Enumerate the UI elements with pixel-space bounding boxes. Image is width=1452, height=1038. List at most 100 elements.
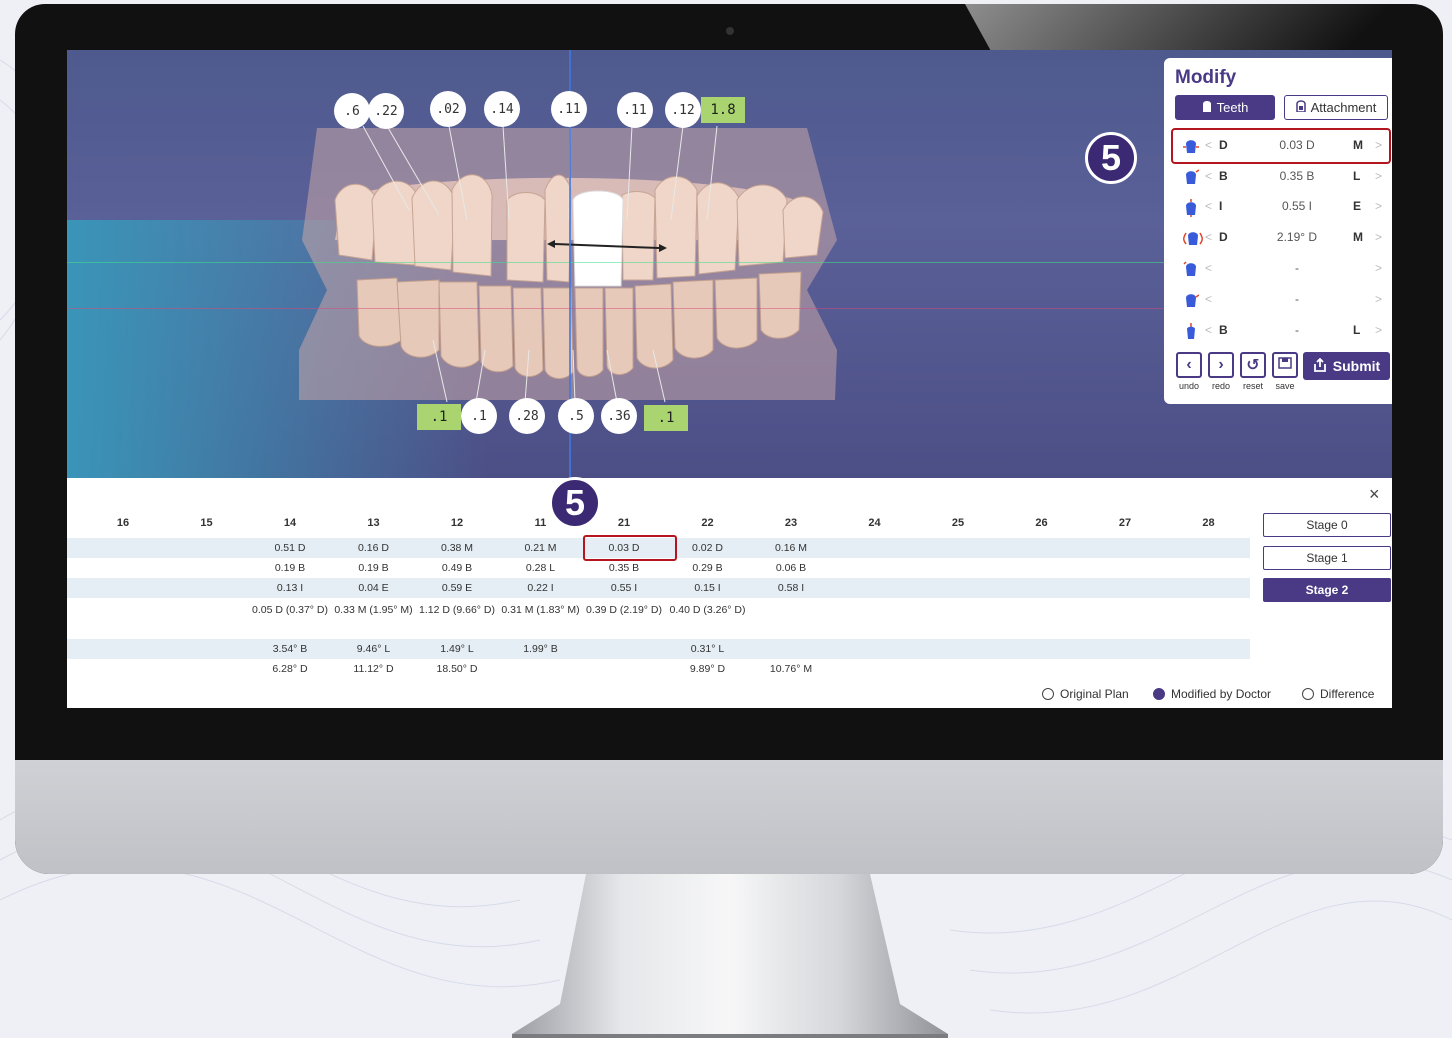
table-cell[interactable]: 0.15 I (667, 580, 749, 596)
3d-viewport[interactable]: .6 .22 .02 .14 .11 .11 .12 1.8 .1 .1 .28… (67, 50, 1392, 478)
tooth-inclination-icon (1183, 292, 1200, 308)
increase-button[interactable]: > (1375, 323, 1382, 337)
table-cell[interactable]: 0.19 B (333, 560, 415, 576)
decrease-button[interactable]: < (1205, 199, 1212, 213)
table-cell[interactable]: 11.12° D (333, 661, 415, 677)
upper-movement-tag[interactable]: 1.8 (701, 97, 745, 123)
increase-button[interactable]: > (1375, 292, 1382, 306)
stage-1-button[interactable]: Stage 1 (1263, 546, 1391, 570)
radio-original-plan[interactable]: Original Plan (1042, 687, 1129, 701)
table-cell[interactable]: 0.51 D (249, 540, 331, 556)
undo-button[interactable]: ‹ (1176, 352, 1202, 378)
table-cell[interactable]: 18.50° D (416, 661, 498, 677)
lower-movement-tag[interactable]: .1 (644, 405, 688, 431)
table-cell[interactable]: 0.16 M (750, 540, 832, 556)
lower-movement-label[interactable]: .28 (509, 398, 545, 434)
decrease-button[interactable]: < (1205, 323, 1212, 337)
table-cell[interactable]: 0.29 B (667, 560, 749, 576)
movement-value: - (1295, 261, 1299, 275)
upper-movement-label[interactable]: .11 (551, 91, 587, 127)
lower-movement-label[interactable]: .1 (461, 398, 497, 434)
table-cell[interactable]: 0.19 B (249, 560, 331, 576)
chevron-left-icon: ‹ (1186, 356, 1192, 373)
tooth-column-header[interactable]: 11 (501, 517, 581, 529)
table-cell[interactable]: 10.76° M (750, 661, 832, 677)
table-cell[interactable]: 0.33 M (1.95° M) (333, 602, 415, 618)
upper-movement-label[interactable]: .02 (430, 91, 466, 127)
table-cell[interactable]: 1.99° B (500, 641, 582, 657)
tab-teeth[interactable]: Teeth (1175, 95, 1275, 120)
upper-movement-label[interactable]: .11 (617, 92, 653, 128)
tooth-column-header[interactable]: 24 (835, 517, 915, 529)
table-cell[interactable]: 1.12 D (9.66° D) (416, 602, 498, 618)
table-row: 0.13 I 0.04 E 0.59 E 0.22 I 0.55 I 0.15 I 0.58… (67, 578, 1250, 598)
table-cell[interactable]: 0.05 D (0.37° D) (249, 602, 331, 618)
tooth-column-header[interactable]: 14 (250, 517, 330, 529)
table-cell[interactable]: 0.21 M (500, 540, 582, 556)
upper-movement-label[interactable]: .6 (334, 93, 370, 129)
movement-value: 0.55 I (1281, 199, 1313, 213)
radio-difference[interactable]: Difference (1302, 687, 1374, 701)
table-cell[interactable]: 1.49° L (416, 641, 498, 657)
tooth-column-header[interactable]: 27 (1085, 517, 1165, 529)
upper-movement-label[interactable]: .12 (665, 92, 701, 128)
increase-button[interactable]: > (1375, 261, 1382, 275)
tooth-column-header[interactable]: 28 (1169, 517, 1249, 529)
reset-button[interactable]: ↺ (1240, 352, 1266, 378)
decrease-button[interactable]: < (1205, 292, 1212, 306)
table-cell[interactable]: 9.46° L (333, 641, 415, 657)
table-cell[interactable]: 0.06 B (750, 560, 832, 576)
table-cell[interactable]: 0.39 D (2.19° D) (583, 602, 665, 618)
table-cell[interactable]: 0.38 M (416, 540, 498, 556)
app-screen: .6 .22 .02 .14 .11 .11 .12 1.8 .1 .1 .28… (67, 50, 1392, 708)
table-cell[interactable]: 0.55 I (583, 580, 665, 596)
save-button[interactable] (1272, 352, 1298, 378)
table-cell[interactable]: 0.35 B (583, 560, 665, 576)
reset-icon: ↺ (1246, 357, 1260, 374)
table-cell[interactable]: 0.16 D (333, 540, 415, 556)
redo-button[interactable]: › (1208, 352, 1234, 378)
decrease-button[interactable]: < (1205, 169, 1212, 183)
table-cell[interactable]: 0.28 L (500, 560, 582, 576)
upper-movement-label[interactable]: .22 (368, 93, 404, 129)
table-cell[interactable]: 0.49 B (416, 560, 498, 576)
table-cell[interactable]: 9.89° D (667, 661, 749, 677)
increase-button[interactable]: > (1375, 199, 1382, 213)
table-cell[interactable]: 0.40 D (3.26° D) (667, 602, 749, 618)
tooth-column-header[interactable]: 15 (167, 517, 247, 529)
left-direction: B (1219, 323, 1228, 337)
table-cell[interactable]: 0.31 M (1.83° M) (500, 602, 582, 618)
table-cell[interactable]: 0.22 I (500, 580, 582, 596)
table-cell[interactable]: 0.04 E (333, 580, 415, 596)
increase-button[interactable]: > (1375, 169, 1382, 183)
close-icon[interactable]: × (1369, 484, 1380, 505)
lower-movement-label[interactable]: .5 (558, 398, 594, 434)
table-cell[interactable]: 0.31° L (667, 641, 749, 657)
tooth-column-header[interactable]: 13 (334, 517, 414, 529)
stage-2-button[interactable]: Stage 2 (1263, 578, 1391, 602)
radio-modified-by-doctor[interactable]: Modified by Doctor (1153, 687, 1271, 701)
lower-movement-label[interactable]: .36 (601, 398, 637, 434)
submit-button[interactable]: Submit (1303, 352, 1390, 380)
table-cell[interactable]: 0.02 D (667, 540, 749, 556)
tooth-column-header[interactable]: 23 (751, 517, 831, 529)
lower-movement-tag[interactable]: .1 (417, 404, 461, 430)
tooth-column-header[interactable]: 21 (584, 517, 664, 529)
upper-movement-label[interactable]: .14 (484, 91, 520, 127)
table-cell[interactable]: 3.54° B (249, 641, 331, 657)
tooth-column-header[interactable]: 26 (1002, 517, 1082, 529)
increase-button[interactable]: > (1375, 230, 1382, 244)
table-row: 0.05 D (0.37° D) 0.33 M (1.95° M) 1.12 D (… (67, 599, 1250, 639)
decrease-button[interactable]: < (1205, 261, 1212, 275)
tooth-column-header[interactable]: 22 (668, 517, 748, 529)
decrease-button[interactable]: < (1205, 230, 1212, 244)
table-cell[interactable]: 0.58 I (750, 580, 832, 596)
tab-attachment[interactable]: Attachment (1284, 95, 1388, 120)
tooth-column-header[interactable]: 16 (83, 517, 163, 529)
table-cell[interactable]: 0.59 E (416, 580, 498, 596)
table-cell[interactable]: 0.13 I (249, 580, 331, 596)
table-cell[interactable]: 6.28° D (249, 661, 331, 677)
tooth-column-header[interactable]: 25 (918, 517, 998, 529)
stage-0-button[interactable]: Stage 0 (1263, 513, 1391, 537)
tooth-column-header[interactable]: 12 (417, 517, 497, 529)
